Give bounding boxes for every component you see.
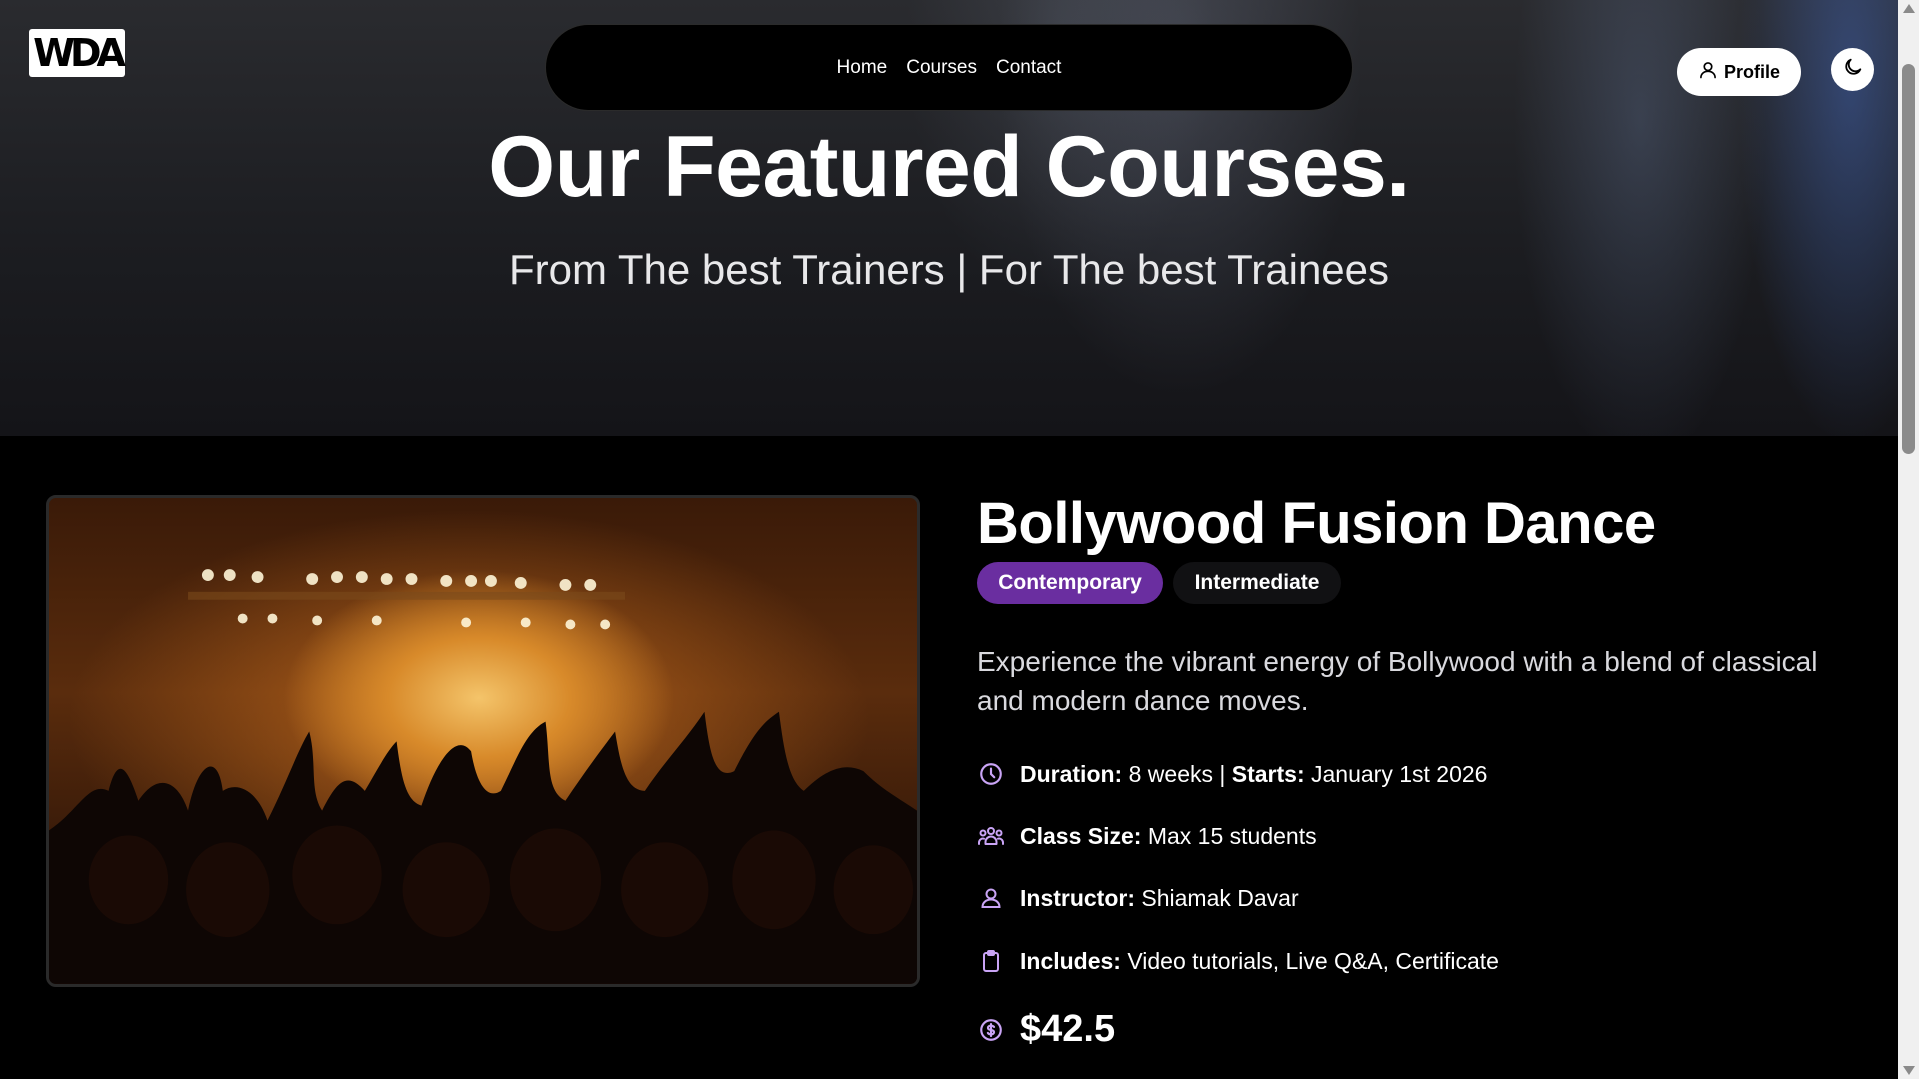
nav-link-courses[interactable]: Courses — [906, 57, 977, 79]
crowd-silhouette — [49, 712, 917, 984]
main-navbar: Home Courses Contact — [545, 24, 1353, 111]
starts-label: Starts: — [1231, 760, 1305, 787]
user-icon — [1698, 60, 1718, 85]
scroll-up-arrow-icon[interactable] — [1903, 4, 1915, 13]
style-badge: Contemporary — [977, 562, 1163, 604]
duration-row: Duration: 8 weeks | Starts: January 1st … — [977, 760, 1487, 788]
clock-icon — [977, 760, 1005, 788]
class-size-row: Class Size: Max 15 students — [977, 822, 1317, 850]
nav-link-home[interactable]: Home — [837, 57, 888, 79]
vertical-scrollbar[interactable] — [1898, 0, 1919, 1079]
profile-label: Profile — [1723, 61, 1780, 82]
page-title: Our Featured Courses. — [488, 119, 1410, 215]
dollar-circle-icon — [977, 1016, 1005, 1044]
theme-toggle-button[interactable] — [1831, 48, 1874, 91]
clipboard-icon — [977, 947, 1005, 975]
duration-value: 8 weeks — [1128, 760, 1213, 787]
nav-link-contact[interactable]: Contact — [996, 57, 1061, 79]
class-size-label: Class Size: — [1020, 822, 1142, 849]
instructor-label: Instructor: — [1020, 884, 1135, 911]
course-price: $42.5 — [1020, 1008, 1116, 1050]
scrollbar-thumb[interactable] — [1902, 64, 1915, 454]
users-group-icon — [977, 822, 1005, 850]
page-subtitle: From The best Trainers | For The best Tr… — [508, 246, 1390, 293]
level-badge: Intermediate — [1173, 562, 1341, 604]
logo[interactable]: WDA — [29, 29, 126, 77]
instructor-value: Shiamak Davar — [1141, 884, 1299, 911]
starts-value: January 1st 2026 — [1311, 760, 1488, 787]
separator: | — [1219, 760, 1226, 787]
class-size-value: Max 15 students — [1147, 822, 1317, 849]
duration-label: Duration: — [1020, 760, 1123, 787]
course-description: Experience the vibrant energy of Bollywo… — [977, 646, 1818, 716]
price-row: $42.5 — [977, 1008, 1115, 1051]
moon-icon — [1842, 56, 1864, 83]
course-image — [46, 495, 920, 987]
logo-text: WDA — [33, 31, 126, 75]
hero-section: WDA Home Courses Contact Profile Our Fea… — [0, 0, 1898, 436]
scroll-down-arrow-icon[interactable] — [1903, 1066, 1915, 1075]
course-title: Bollywood Fusion Dance — [977, 491, 1656, 556]
includes-label: Includes: — [1020, 947, 1121, 974]
includes-row: Includes: Video tutorials, Live Q&A, Cer… — [977, 947, 1499, 975]
profile-button[interactable]: Profile — [1677, 48, 1801, 96]
instructor-row: Instructor: Shiamak Davar — [977, 884, 1299, 912]
includes-value: Video tutorials, Live Q&A, Certificate — [1127, 947, 1499, 974]
user-icon — [977, 884, 1005, 912]
